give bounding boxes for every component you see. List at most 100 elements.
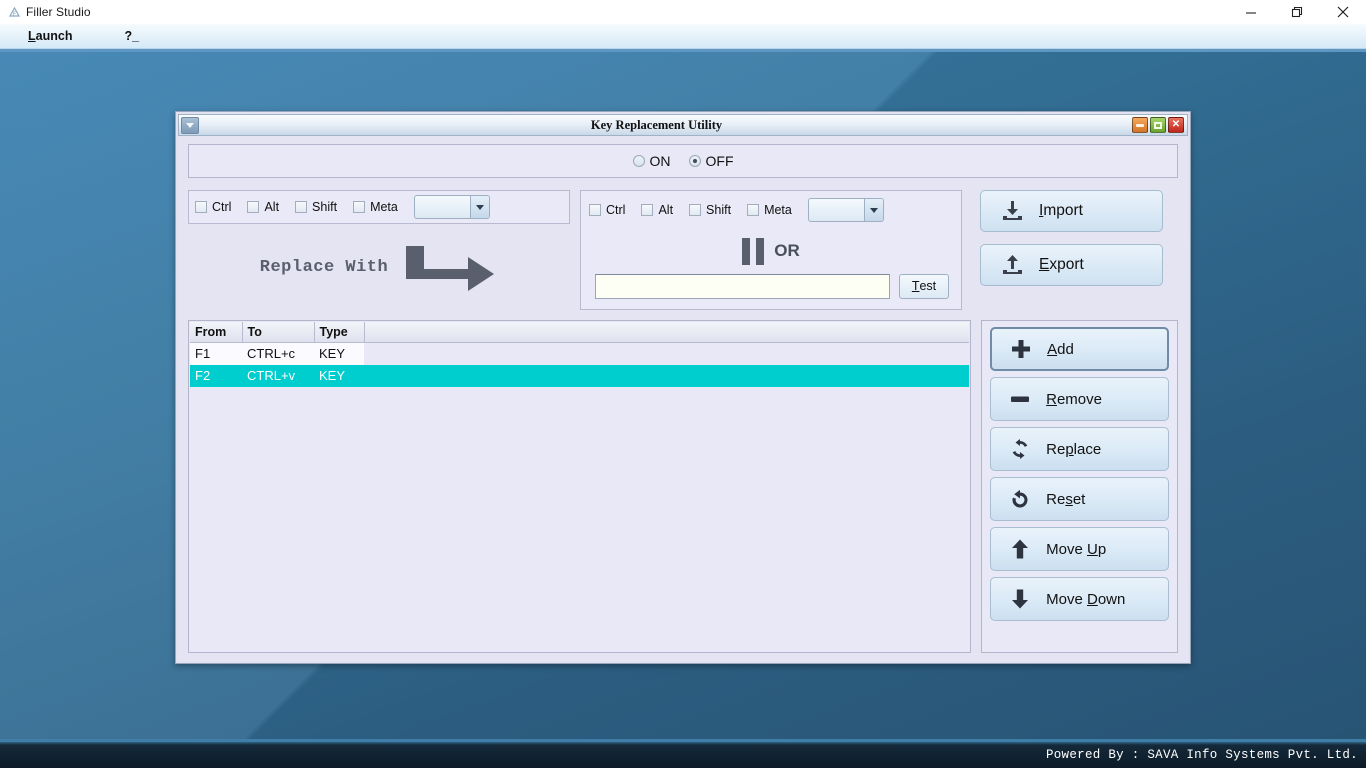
pause-bar-left	[742, 237, 751, 265]
target-ctrl-checkbox[interactable]: Ctrl	[589, 203, 625, 217]
move-up-button[interactable]: Move Up	[990, 527, 1169, 571]
app-menubar: Launch ?_	[0, 24, 1366, 49]
replace-button[interactable]: Replace	[990, 427, 1169, 471]
app-icon: F	[5, 4, 23, 20]
import-button[interactable]: Import	[980, 190, 1163, 232]
window-close-button[interactable]	[1320, 0, 1366, 24]
source-key-dropdown[interactable]	[413, 195, 490, 219]
replace-button-label: Replace	[1046, 440, 1102, 458]
replace-with-area: Replace With	[188, 224, 570, 310]
mappings-table-panel[interactable]: From To Type F1 CTRL+c KEY F2 CTRL+v KEY	[188, 320, 972, 653]
radio-off-label: OFF	[705, 153, 734, 169]
source-shift-checkbox[interactable]: Shift	[295, 200, 337, 214]
target-alt-label: Alt	[658, 203, 674, 217]
target-key-panel: Ctrl Alt Shift Meta OR T est	[580, 190, 962, 310]
internal-minimize-button[interactable]	[1132, 117, 1148, 133]
app-titlebar: F Filler Studio	[0, 0, 1366, 24]
column-header-to[interactable]: To	[242, 322, 315, 343]
remove-button-label: Remove	[1046, 390, 1102, 408]
onoff-toggle-panel: ON OFF	[188, 144, 1178, 178]
chevron-down-glyph	[475, 204, 484, 210]
plus-icon	[1008, 336, 1034, 362]
internal-maximize-button[interactable]	[1150, 117, 1166, 133]
statusbar: Powered By : SAVA Info Systems Pvt. Ltd.	[0, 742, 1366, 768]
source-key-value	[415, 196, 470, 218]
chevron-down-icon[interactable]	[469, 196, 489, 218]
cell-to: CTRL+c	[242, 342, 314, 365]
svg-text:F: F	[12, 11, 15, 17]
target-meta-checkbox[interactable]: Meta	[747, 203, 792, 217]
target-meta-label: Meta	[764, 203, 792, 217]
checkbox-box	[295, 201, 308, 213]
menu-item-help[interactable]: ?_	[114, 29, 149, 43]
source-ctrl-label: Ctrl	[212, 200, 232, 214]
test-button-rest: est	[919, 279, 937, 293]
source-alt-checkbox[interactable]: Alt	[247, 200, 279, 214]
table-row[interactable]: F2 CTRL+v KEY	[190, 364, 970, 387]
mapping-editor-row: Ctrl Alt Shift Meta Replace With Ctrl Al…	[188, 190, 1178, 310]
checkbox-box	[589, 204, 601, 216]
source-modifier-row: Ctrl Alt Shift Meta	[188, 190, 570, 224]
cell-to: CTRL+v	[242, 364, 314, 387]
source-shift-label: Shift	[312, 200, 338, 214]
column-header-filler	[364, 322, 970, 343]
internal-window-title: Key Replacement Utility	[590, 117, 723, 132]
action-buttons-panel: Add Remove Replace Reset Move Up Move Do…	[981, 320, 1178, 653]
download-icon	[999, 198, 1025, 224]
target-alt-checkbox[interactable]: Alt	[641, 203, 673, 217]
refresh-icon	[1007, 436, 1033, 462]
export-button-label: Export	[1039, 256, 1084, 273]
checkbox-box	[747, 204, 760, 216]
table-row[interactable]: F1 CTRL+c KEY	[190, 342, 970, 365]
pause-bars-icon	[742, 237, 765, 265]
menu-item-launch[interactable]: Launch	[18, 29, 82, 43]
internal-window-controls: ✕	[1132, 117, 1184, 133]
source-meta-checkbox[interactable]: Meta	[353, 200, 398, 214]
or-label: OR	[774, 241, 800, 260]
mappings-table[interactable]: From To Type F1 CTRL+c KEY F2 CTRL+v KEY	[190, 322, 970, 387]
statusbar-text: Powered By : SAVA Info Systems Pvt. Ltd.	[1045, 748, 1358, 762]
mappings-row: From To Type F1 CTRL+c KEY F2 CTRL+v KEY…	[188, 320, 1178, 653]
target-modifier-row: Ctrl Alt Shift Meta	[589, 197, 953, 223]
internal-close-button[interactable]: ✕	[1168, 117, 1184, 133]
arrow-up-icon	[1007, 536, 1033, 562]
source-key-panel: Ctrl Alt Shift Meta Replace With	[188, 190, 570, 310]
internal-window-titlebar[interactable]: Key Replacement Utility ✕	[178, 114, 1188, 136]
target-ctrl-label: Ctrl	[606, 203, 626, 217]
test-row: Test	[595, 273, 949, 299]
radio-off-indicator	[688, 155, 701, 167]
reset-button-label: Reset	[1046, 490, 1086, 508]
window-minimize-button[interactable]	[1228, 0, 1274, 24]
checkbox-box	[689, 204, 702, 216]
source-ctrl-checkbox[interactable]: Ctrl	[195, 200, 231, 214]
test-input[interactable]	[595, 273, 890, 299]
add-button[interactable]: Add	[990, 327, 1169, 371]
target-shift-checkbox[interactable]: Shift	[689, 203, 731, 217]
export-button[interactable]: Export	[980, 244, 1163, 286]
app-title: Filler Studio	[26, 5, 91, 19]
target-key-dropdown[interactable]	[807, 198, 884, 222]
move-up-button-label: Move Up	[1046, 540, 1107, 558]
maximize-glyph	[1154, 121, 1162, 129]
upload-icon	[999, 252, 1025, 278]
checkbox-box	[353, 201, 366, 213]
chevron-down-icon[interactable]	[863, 199, 883, 221]
checkbox-box	[641, 204, 654, 216]
target-key-value	[809, 199, 864, 221]
window-maximize-button[interactable]	[1274, 0, 1320, 24]
cell-from: F2	[190, 364, 242, 387]
table-header-row: From To Type	[190, 322, 970, 343]
test-button[interactable]: Test	[899, 273, 949, 299]
checkbox-box	[195, 201, 207, 213]
remove-button[interactable]: Remove	[990, 377, 1169, 421]
move-down-button[interactable]: Move Down	[990, 577, 1169, 621]
reset-button[interactable]: Reset	[990, 477, 1169, 521]
add-button-label: Add	[1047, 340, 1074, 358]
radio-off[interactable]: OFF	[688, 153, 734, 169]
minus-icon	[1007, 386, 1033, 412]
menu-launch-mnemonic: L	[28, 29, 36, 43]
chevron-down-glyph	[869, 207, 878, 213]
column-header-type[interactable]: Type	[314, 322, 365, 343]
radio-on[interactable]: ON	[632, 153, 671, 169]
column-header-from[interactable]: From	[190, 322, 243, 343]
